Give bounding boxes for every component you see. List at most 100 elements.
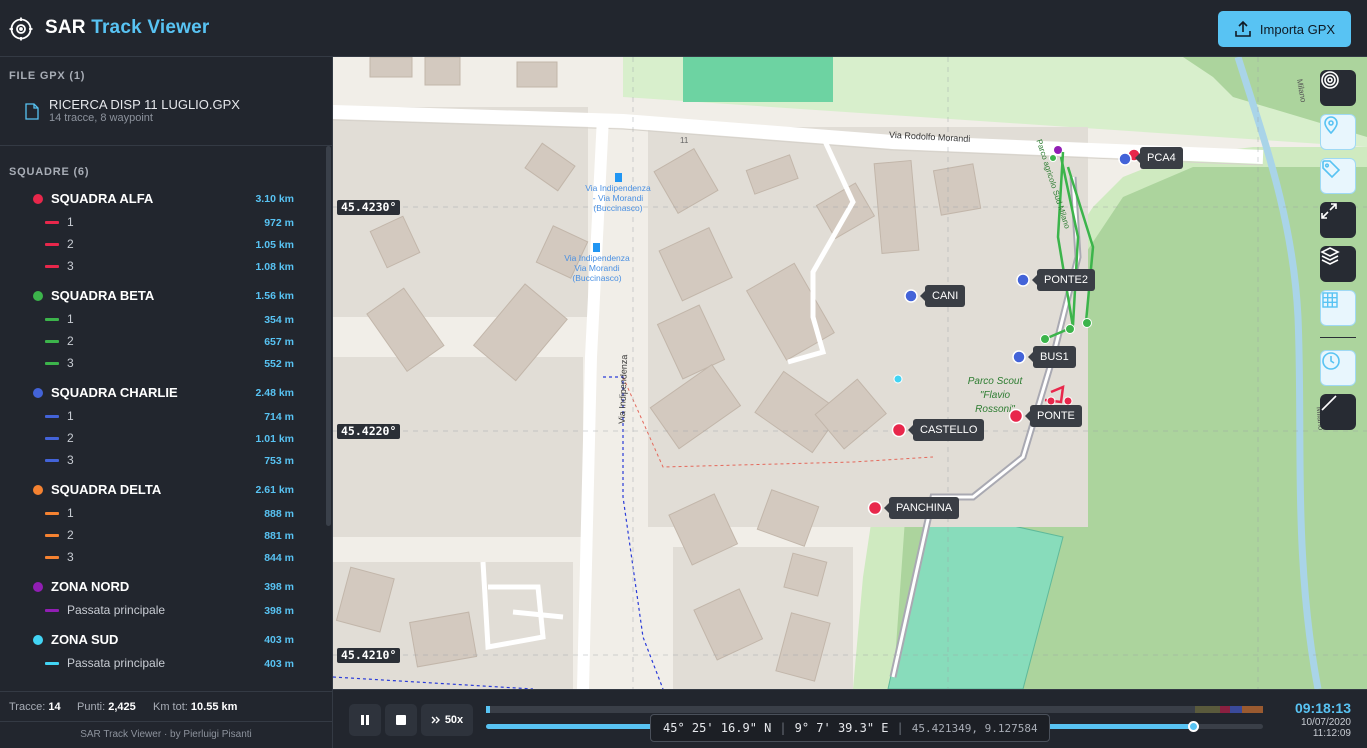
track-name: 1 (67, 312, 74, 326)
files-section-label: FILE GPX (1) (9, 70, 86, 82)
stats-tracks: Tracce: 14 (9, 701, 61, 713)
track-name: 3 (67, 356, 74, 370)
waypoint-label-panchina[interactable]: PANCHINA (883, 497, 960, 519)
file-name: RICERCA DISP 11 LUGLIO.GPX (49, 97, 240, 112)
timeline-overview[interactable] (486, 706, 1263, 713)
speed-button[interactable]: 50x (421, 704, 473, 736)
gpx-file-item[interactable]: RICERCA DISP 11 LUGLIO.GPX 14 tracce, 8 … (25, 97, 315, 127)
sidebar-scrollbar[interactable] (326, 146, 331, 526)
team-color-dot (33, 635, 43, 645)
track-color-line (45, 415, 59, 418)
svg-text:(Buccinasco): (Buccinasco) (572, 273, 621, 283)
team-row[interactable]: SQUADRA CHARLIE 2.48 km (0, 382, 320, 404)
current-time: 09:18:13 (1294, 700, 1351, 716)
labels-toggle-button[interactable] (1320, 158, 1356, 194)
clock-icon (1322, 352, 1340, 370)
track-distance: 354 m (264, 314, 294, 326)
waypoints-toggle-button[interactable] (1320, 114, 1356, 150)
track-distance: 844 m (264, 552, 294, 564)
track-color-line (45, 534, 59, 537)
track-name: 2 (67, 431, 74, 445)
team-row[interactable]: SQUADRA DELTA 2.61 km (0, 479, 320, 501)
map-view[interactable]: Via Rodolfo Morandi Via Indipendenza Par… (333, 57, 1367, 689)
file-meta: 14 tracce, 8 waypoint (49, 112, 153, 124)
track-name: 2 (67, 334, 74, 348)
team-name: SQUADRA BETA (51, 288, 155, 303)
fit-bounds-button[interactable] (1320, 202, 1356, 238)
measure-button[interactable] (1320, 394, 1356, 430)
team-distance: 3.10 km (255, 193, 294, 205)
track-row[interactable]: 3 1.08 km (0, 256, 320, 276)
track-color-line (45, 243, 59, 246)
track-row[interactable]: 2 657 m (0, 331, 320, 351)
pause-button[interactable] (349, 704, 381, 736)
svg-text:- Via Morandi: - Via Morandi (593, 193, 644, 203)
track-row[interactable]: Passata principale 398 m (0, 600, 320, 620)
track-name: 1 (67, 506, 74, 520)
svg-text:11: 11 (680, 136, 689, 145)
track-row[interactable]: 1 714 m (0, 406, 320, 426)
team-distance: 398 m (264, 581, 294, 593)
track-row[interactable]: 1 354 m (0, 309, 320, 329)
import-gpx-button[interactable]: Importa GPX (1218, 11, 1351, 47)
track-name: Passata principale (67, 603, 166, 617)
target-logo-icon (9, 17, 33, 41)
track-row[interactable]: 3 844 m (0, 547, 320, 567)
track-row[interactable]: 2 1.01 km (0, 428, 320, 448)
pause-icon (361, 715, 369, 725)
team-row[interactable]: SQUADRA ALFA 3.10 km (0, 188, 320, 210)
waypoint-label-castello[interactable]: CASTELLO (907, 419, 985, 441)
track-name: 1 (67, 215, 74, 229)
tag-icon (1322, 160, 1341, 179)
layers-button[interactable] (1320, 246, 1356, 282)
track-color-line (45, 221, 59, 224)
app-header: SAR Track Viewer Importa GPX (0, 0, 1367, 57)
coord-lon: 9° 7' 39.3" E (794, 721, 889, 735)
stats-bar: Tracce: 14 Punti: 2,425 Km tot: 10.55 km (0, 691, 332, 721)
waypoint-label-cani[interactable]: CANI (919, 285, 966, 307)
divider (0, 145, 332, 146)
track-color-line (45, 318, 59, 321)
city-block (333, 357, 583, 537)
svg-text:Via Indipendenza: Via Indipendenza (564, 253, 630, 263)
fast-forward-icon (431, 716, 440, 724)
lat-label: 45.4220° (337, 424, 401, 439)
svg-text:Via Indipendenza: Via Indipendenza (617, 354, 629, 424)
grid-toggle-button[interactable] (1320, 290, 1356, 326)
stats-points: Punti: 2,425 (77, 701, 136, 713)
waypoint-label-pca4[interactable]: PCA4 (1135, 147, 1183, 169)
time-toggle-button[interactable] (1320, 350, 1356, 386)
timeline-handle[interactable] (1188, 721, 1200, 732)
playback-bar: 50x 45° 25' 16.9" N | 9° 7' 39.3" E | 45… (333, 689, 1367, 748)
app-title: SAR Track Viewer (45, 17, 210, 38)
track-row[interactable]: 1 888 m (0, 503, 320, 523)
team-row[interactable]: ZONA SUD 403 m (0, 629, 320, 651)
teams-section-label: SQUADRE (6) (9, 166, 90, 178)
waypoint-label-ponte2[interactable]: PONTE2 (1031, 269, 1096, 291)
team-distance: 2.61 km (255, 484, 294, 496)
track-name: 1 (67, 409, 74, 423)
track-row[interactable]: 3 552 m (0, 353, 320, 373)
svg-text:Via Indipendenza: Via Indipendenza (585, 183, 651, 193)
team-name: SQUADRA DELTA (51, 482, 162, 497)
map-canvas[interactable]: Via Rodolfo Morandi Via Indipendenza Par… (333, 57, 1367, 689)
track-color-line (45, 459, 59, 462)
track-distance: 881 m (264, 530, 294, 542)
target-button[interactable] (1320, 70, 1356, 106)
waypoint-label-bus1[interactable]: BUS1 (1028, 346, 1076, 368)
end-time: 11:12:09 (1312, 728, 1351, 739)
team-distance: 2.48 km (255, 387, 294, 399)
team-row[interactable]: SQUADRA BETA 1.56 km (0, 285, 320, 307)
track-row[interactable]: 3 753 m (0, 450, 320, 470)
waypoint-label-ponte[interactable]: PONTE (1025, 405, 1082, 427)
track-color-line (45, 662, 59, 665)
expand-icon (1321, 203, 1337, 219)
track-row[interactable]: 1 972 m (0, 212, 320, 232)
stop-button[interactable] (385, 704, 417, 736)
track-row[interactable]: 2 881 m (0, 525, 320, 545)
team-name: ZONA NORD (51, 579, 130, 594)
track-row[interactable]: 2 1.05 km (0, 234, 320, 254)
track-row[interactable]: Passata principale 403 m (0, 653, 320, 673)
team-row[interactable]: ZONA NORD 398 m (0, 576, 320, 598)
track-name: 2 (67, 237, 74, 251)
